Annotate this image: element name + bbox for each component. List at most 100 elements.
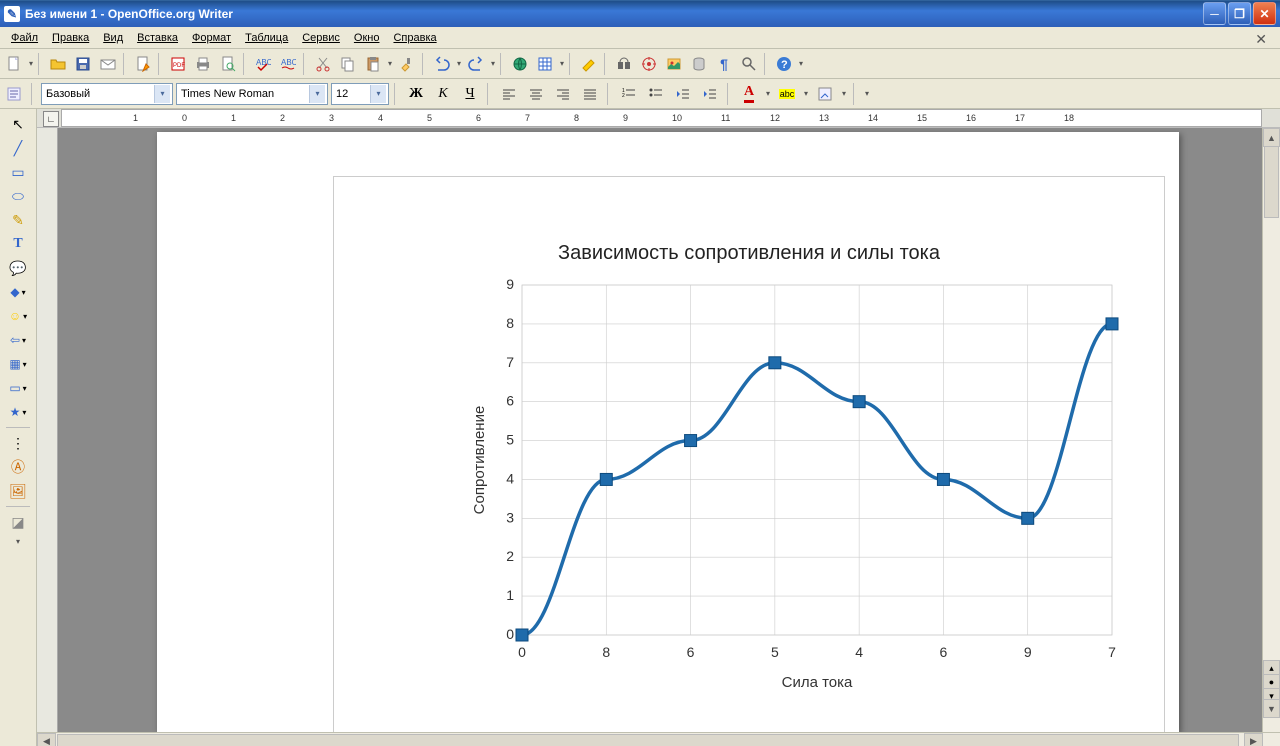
drawing-button[interactable]	[577, 52, 601, 76]
navigator-button[interactable]	[637, 52, 661, 76]
align-justify-button[interactable]	[578, 82, 602, 106]
svg-text:1: 1	[506, 587, 514, 603]
spellcheck-button[interactable]: ABC	[251, 52, 275, 76]
svg-text:2: 2	[506, 548, 514, 564]
minimize-button[interactable]: ─	[1203, 2, 1226, 25]
menu-file[interactable]: Файл	[4, 30, 45, 46]
align-left-button[interactable]	[497, 82, 521, 106]
symbol-shapes-tool[interactable]: ☺▾	[3, 307, 33, 325]
undo-dropdown[interactable]: ▾	[455, 59, 463, 68]
menu-table[interactable]: Таблица	[238, 30, 295, 46]
from-file-tool[interactable]: 🖼	[7, 482, 29, 500]
export-pdf-button[interactable]: PDF	[166, 52, 190, 76]
save-button[interactable]	[71, 52, 95, 76]
preview-button[interactable]	[216, 52, 240, 76]
print-button[interactable]	[191, 52, 215, 76]
bg-color-dropdown[interactable]: ▾	[840, 89, 848, 98]
select-tool[interactable]: ↖	[7, 115, 29, 133]
datasources-button[interactable]	[687, 52, 711, 76]
menu-window[interactable]: Окно	[347, 30, 387, 46]
nonprinting-button[interactable]: ¶	[712, 52, 736, 76]
font-color-button[interactable]: A	[737, 82, 761, 106]
decrease-indent-button[interactable]	[671, 82, 695, 106]
table-button[interactable]	[533, 52, 557, 76]
align-center-button[interactable]	[524, 82, 548, 106]
svg-text:9: 9	[506, 276, 514, 292]
document-area[interactable]: Зависимость сопротивления и силы тока012…	[37, 128, 1280, 732]
vertical-scrollbar[interactable]: ▲ ▴ ● ▾ ▼	[1262, 128, 1280, 732]
zoom-button[interactable]	[737, 52, 761, 76]
fontwork-tool[interactable]: Ⓐ	[7, 458, 29, 476]
hyperlink-button[interactable]	[508, 52, 532, 76]
open-button[interactable]	[46, 52, 70, 76]
text-tool[interactable]: T	[7, 235, 29, 253]
paste-button[interactable]	[361, 52, 385, 76]
doc-close-button[interactable]: ✕	[1248, 29, 1274, 50]
gallery-button[interactable]	[662, 52, 686, 76]
underline-button[interactable]: Ч	[458, 82, 482, 106]
svg-text:6: 6	[940, 644, 948, 660]
basic-shapes-tool[interactable]: ◆▾	[3, 283, 33, 301]
svg-text:Сопротивление: Сопротивление	[471, 406, 488, 515]
bold-button[interactable]: Ж	[404, 82, 428, 106]
format-paintbrush-button[interactable]	[395, 52, 419, 76]
paragraph-style-combo[interactable]: Базовый▾	[41, 83, 173, 105]
help-button[interactable]: ?	[772, 52, 796, 76]
cut-button[interactable]	[311, 52, 335, 76]
ellipse-tool[interactable]: ⬭	[7, 187, 29, 205]
drawing-overflow[interactable]: ▾	[14, 537, 22, 546]
find-button[interactable]	[612, 52, 636, 76]
svg-text:4: 4	[506, 470, 514, 486]
redo-dropdown[interactable]: ▾	[489, 59, 497, 68]
freeform-tool[interactable]: ✎	[7, 211, 29, 229]
horizontal-scrollbar[interactable]: ◀ ▶	[37, 732, 1280, 746]
menu-help[interactable]: Справка	[386, 30, 443, 46]
svg-text:5: 5	[771, 644, 779, 660]
font-name-combo[interactable]: Times New Roman▾	[176, 83, 328, 105]
horizontal-ruler[interactable]: ∟ 10123456789101112131415161718	[37, 109, 1280, 128]
maximize-button[interactable]: ❐	[1228, 2, 1251, 25]
numbered-list-button[interactable]: 12	[617, 82, 641, 106]
rect-tool[interactable]: ▭	[7, 163, 29, 181]
table-dropdown[interactable]: ▾	[558, 59, 566, 68]
menu-insert[interactable]: Вставка	[130, 30, 185, 46]
menu-edit[interactable]: Правка	[45, 30, 96, 46]
highlight-button[interactable]: abc	[775, 82, 799, 106]
extrusion-tool[interactable]: ◪	[7, 513, 29, 531]
edit-file-button[interactable]	[131, 52, 155, 76]
toolbar-overflow[interactable]: ▾	[797, 59, 805, 68]
points-tool[interactable]: ⋮	[7, 434, 29, 452]
styles-button[interactable]	[2, 82, 26, 106]
format-overflow[interactable]: ▾	[863, 89, 871, 98]
close-button[interactable]: ✕	[1253, 2, 1276, 25]
paste-dropdown[interactable]: ▾	[386, 59, 394, 68]
vertical-ruler[interactable]	[37, 128, 58, 732]
italic-button[interactable]: К	[431, 82, 455, 106]
chart-object[interactable]: Зависимость сопротивления и силы тока012…	[333, 176, 1165, 732]
email-button[interactable]	[96, 52, 120, 76]
increase-indent-button[interactable]	[698, 82, 722, 106]
copy-button[interactable]	[336, 52, 360, 76]
line-tool[interactable]: ╱	[7, 139, 29, 157]
autospell-button[interactable]: ABC	[276, 52, 300, 76]
callout-shapes-tool[interactable]: ▭▾	[3, 379, 33, 397]
arrow-shapes-tool[interactable]: ⇦▾	[3, 331, 33, 349]
redo-button[interactable]	[464, 52, 488, 76]
font-color-dropdown[interactable]: ▾	[764, 89, 772, 98]
new-doc-dropdown[interactable]: ▾	[27, 59, 35, 68]
menu-tools[interactable]: Сервис	[295, 30, 347, 46]
font-size-combo[interactable]: 12▾	[331, 83, 389, 105]
undo-button[interactable]	[430, 52, 454, 76]
svg-text:2: 2	[622, 93, 625, 99]
star-shapes-tool[interactable]: ★▾	[3, 403, 33, 421]
align-right-button[interactable]	[551, 82, 575, 106]
highlight-dropdown[interactable]: ▾	[802, 89, 810, 98]
menu-view[interactable]: Вид	[96, 30, 130, 46]
bullet-list-button[interactable]	[644, 82, 668, 106]
svg-text:8: 8	[506, 315, 514, 331]
callout-tool[interactable]: 💬	[7, 259, 29, 277]
bg-color-button[interactable]	[813, 82, 837, 106]
new-doc-button[interactable]	[2, 52, 26, 76]
flowchart-tool[interactable]: ▦▾	[3, 355, 33, 373]
menu-format[interactable]: Формат	[185, 30, 238, 46]
